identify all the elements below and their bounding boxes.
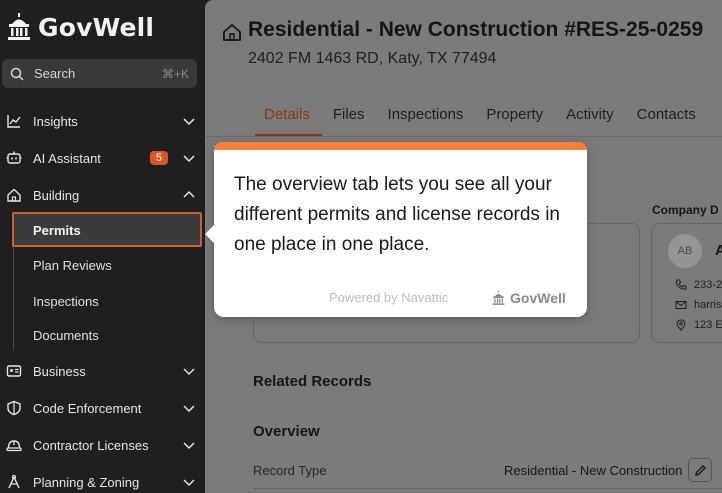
- avatar: AB: [668, 234, 702, 268]
- chevron-down-icon[interactable]: [182, 114, 196, 128]
- powered-by-label[interactable]: Powered by Navattic: [329, 290, 448, 305]
- shield-icon: [6, 400, 22, 416]
- page-title: Residential - New Construction #RES-25-0…: [248, 18, 704, 41]
- chevron-up-icon[interactable]: [182, 188, 196, 202]
- pencil-icon: [694, 464, 706, 476]
- tooltip-accent-bar: [214, 142, 587, 150]
- record-address: 2402 FM 1463 RD, Katy, TX 77494: [248, 50, 497, 67]
- sidebar: GovWell Search ⌘+K Insights AI Assistant…: [0, 0, 205, 493]
- sidebar-item-code-enforcement[interactable]: Code Enforcement: [0, 393, 205, 423]
- contact-address: 123 El: [675, 319, 722, 331]
- overview-heading: Overview: [253, 423, 320, 440]
- contact-phone[interactable]: 233-2: [675, 279, 722, 291]
- chevron-down-icon[interactable]: [182, 475, 196, 489]
- sidebar-item-label: Building: [33, 187, 80, 203]
- tab-inspections[interactable]: Inspections: [388, 106, 464, 123]
- sidebar-item-label: Contractor Licenses: [33, 437, 149, 453]
- row-divider: [253, 488, 722, 489]
- walkthrough-tooltip: The overview tab lets you see all your d…: [205, 142, 587, 317]
- chevron-down-icon[interactable]: [182, 151, 196, 165]
- sidebar-item-planning-zoning[interactable]: Planning & Zoning: [0, 467, 205, 493]
- sidebar-item-label: Code Enforcement: [33, 400, 142, 416]
- capitol-building-icon: [8, 13, 30, 40]
- sidebar-subitem-documents[interactable]: Documents: [33, 328, 99, 343]
- address-text: 123 El: [694, 319, 722, 331]
- sidebar-item-ai-assistant[interactable]: AI Assistant 5: [0, 143, 205, 173]
- phone-icon: [676, 279, 687, 290]
- tab-contacts[interactable]: Contacts: [637, 106, 696, 123]
- sidebar-subitem-inspections[interactable]: Inspections: [33, 294, 99, 309]
- search-label: Search: [34, 66, 76, 81]
- sidebar-item-insights[interactable]: Insights: [0, 106, 205, 136]
- tab-property[interactable]: Property: [486, 106, 543, 123]
- mail-icon: [675, 301, 687, 309]
- sidebar-item-contractor-licenses[interactable]: Contractor Licenses: [0, 430, 205, 460]
- tab-activity[interactable]: Activity: [566, 106, 614, 123]
- search-bar[interactable]: Search ⌘+K: [2, 59, 197, 88]
- record-type-value: Residential - New Construction: [504, 463, 683, 478]
- chevron-down-icon[interactable]: [182, 438, 196, 452]
- capitol-building-icon: [492, 290, 505, 305]
- compass-icon: [6, 474, 22, 490]
- phone-text: 233-2: [694, 279, 722, 291]
- sidebar-item-building[interactable]: Building: [0, 180, 205, 210]
- sidebar-subitem-plan-reviews[interactable]: Plan Reviews: [33, 258, 112, 273]
- brand-name: GovWell: [38, 12, 155, 42]
- record-type-label: Record Type: [253, 463, 327, 478]
- chevron-down-icon[interactable]: [182, 364, 196, 378]
- tooltip-arrow: [205, 225, 214, 243]
- tab-files[interactable]: Files: [333, 106, 365, 123]
- home-icon[interactable]: [222, 22, 242, 42]
- email-text: harris: [694, 299, 722, 311]
- sidebar-item-label: Planning & Zoning: [33, 474, 140, 490]
- tooltip-govwell-logo: GovWell: [491, 290, 566, 306]
- search-shortcut: ⌘+K: [161, 66, 189, 81]
- id-card-icon: [6, 363, 22, 379]
- contact-email[interactable]: harris: [675, 299, 722, 311]
- sidebar-item-label: Business: [33, 363, 86, 379]
- tooltip-message: The overview tab lets you see all your d…: [234, 174, 560, 255]
- sidebar-item-label: Insights: [33, 113, 78, 129]
- related-records-heading: Related Records: [253, 373, 372, 390]
- notification-badge: 5: [149, 151, 168, 165]
- search-icon: [10, 67, 24, 81]
- active-tab-indicator: [255, 134, 322, 136]
- hard-hat-icon: [6, 437, 22, 453]
- tab-details[interactable]: Details: [264, 106, 310, 123]
- house-icon: [6, 187, 22, 203]
- robot-icon: [6, 150, 22, 166]
- map-pin-icon: [676, 319, 686, 331]
- record-tabs: Details Files Inspections Property Activ…: [264, 106, 719, 123]
- chevron-down-icon[interactable]: [182, 401, 196, 415]
- edit-record-type-button[interactable]: [688, 458, 712, 482]
- sidebar-subitem-permits[interactable]: Permits: [33, 223, 81, 238]
- sidebar-item-business[interactable]: Business: [0, 356, 205, 386]
- sidebar-item-label: AI Assistant: [33, 150, 101, 166]
- govwell-logo[interactable]: GovWell: [6, 12, 154, 42]
- tooltip-brand-name: GovWell: [510, 290, 566, 306]
- chart-line-icon: [6, 113, 22, 129]
- tabs-divider: [205, 136, 722, 137]
- company-section-label: Company D: [652, 203, 719, 217]
- company-name: A: [715, 242, 722, 259]
